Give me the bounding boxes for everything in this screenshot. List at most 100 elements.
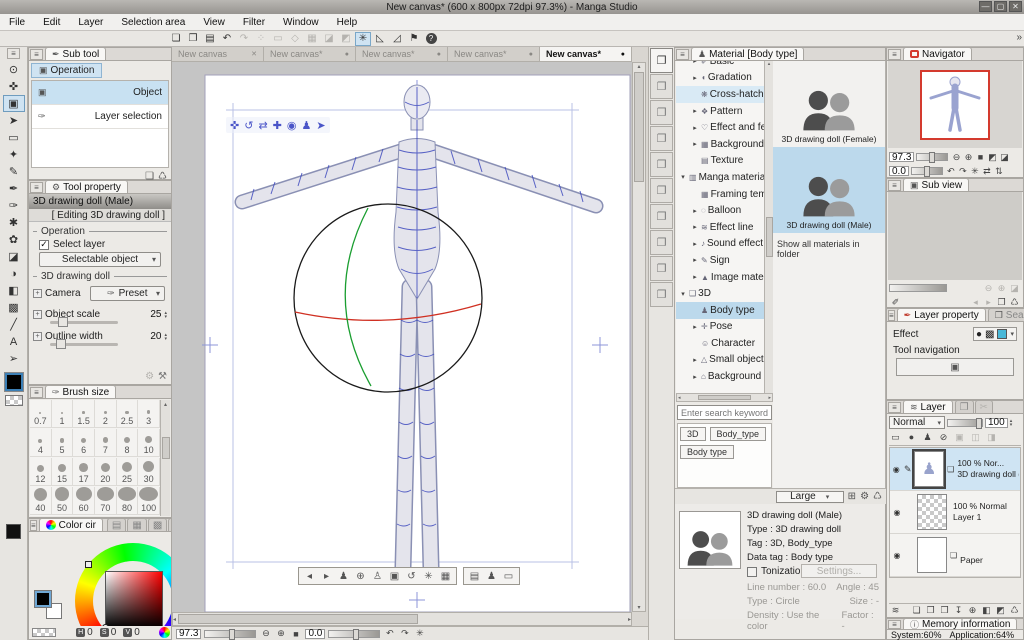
brush-size-scrollbar[interactable]: ▴	[160, 400, 170, 516]
canvas-viewport[interactable]: ✜ ↺ ⇄ ✚ ◉ ♟ ➤ ◂ ▸ ♟ ⊕ ♙ ▣ ↺ ✳ ▦ ▤ ♟ ▭	[172, 62, 632, 612]
material-tree-item[interactable]: ▸ ▲ Image material	[676, 269, 772, 286]
color-wheel-mode-icon[interactable]	[159, 627, 170, 638]
menu-item[interactable]: Layer	[69, 17, 112, 28]
palette-menu-button[interactable]: ≡	[888, 310, 895, 321]
3d-manip-icon[interactable]: ⇄	[258, 119, 267, 132]
brush-size-cell[interactable]: 25	[116, 458, 139, 486]
tree-arrow-icon[interactable]: ▸	[691, 256, 699, 264]
close-button[interactable]: ✕	[1009, 1, 1022, 12]
material-tag[interactable]: Body_type	[709, 427, 767, 441]
launcher-icon[interactable]: ▭	[501, 571, 516, 582]
menu-item[interactable]: File	[0, 17, 34, 28]
navigator-rotate-icon[interactable]: ✳	[969, 165, 981, 177]
color-circle-tab[interactable]: Color cir	[38, 519, 103, 531]
layer-footer-icon[interactable]: ❏	[910, 604, 923, 616]
launcher-icon[interactable]: ▤	[467, 571, 482, 582]
zoom-slider[interactable]	[204, 628, 257, 640]
subview-zoom-icon[interactable]: ⊖	[982, 282, 995, 294]
palette-menu-button[interactable]: ≡	[30, 387, 43, 398]
tree-arrow-icon[interactable]: ▸	[691, 273, 699, 281]
tree-arrow-icon[interactable]: ▸	[691, 74, 699, 82]
navigator-rotate-icon[interactable]: ⇄	[981, 165, 993, 177]
material-folder-button[interactable]: ❐	[650, 74, 673, 99]
canvas-tab-mark[interactable]: ●	[437, 51, 441, 58]
subview-eyedropper-icon[interactable]: ✐	[889, 296, 902, 308]
canvas-horizontal-scrollbar[interactable]: ◂ ▸	[172, 612, 632, 626]
monochrome-swatch[interactable]	[6, 524, 21, 539]
brush-size-cell[interactable]: 8	[116, 429, 139, 457]
subview-nav-icon[interactable]: ❐	[995, 296, 1008, 308]
3d-manip-icon[interactable]: ◉	[287, 119, 297, 132]
tool-button[interactable]: ➢	[3, 350, 25, 367]
effect-icon[interactable]: ●	[976, 329, 982, 340]
brush-size-cell[interactable]: 1.5	[73, 400, 95, 428]
subtool-group-operation[interactable]: ▣ Operation	[31, 63, 103, 78]
effect-icon[interactable]: ▩	[985, 329, 994, 340]
transfer-to-layer-icon[interactable]: ≋	[889, 604, 902, 616]
brush-size-cell[interactable]: 12	[30, 458, 52, 486]
layer-footer-icon[interactable]: ❐	[924, 604, 937, 616]
material-tree-scrollbar[interactable]: ▴	[764, 61, 773, 393]
object-scale-spinner[interactable]: ▴ ▾	[164, 310, 167, 319]
tool-button[interactable]: ✑	[3, 197, 25, 214]
expand-outline-width-icon[interactable]: +	[33, 332, 42, 341]
memory-info-tab[interactable]: ⓘ Memory information	[903, 618, 1018, 630]
material-tag[interactable]: 3D	[680, 427, 706, 441]
material-tree-item[interactable]: ▸ ◖ Gradation	[676, 70, 772, 87]
material-tree-item[interactable]: ▸ ⌂ Background	[676, 368, 772, 385]
tree-arrow-icon[interactable]: ▸	[691, 107, 699, 115]
tree-arrow-icon[interactable]: ▸	[691, 240, 699, 248]
brush-size-cell[interactable]: 50	[51, 487, 74, 515]
material-folder-button[interactable]: ❐	[650, 100, 673, 125]
material-tree-item[interactable]: ♟ Body type	[676, 301, 772, 319]
tree-arrow-icon[interactable]: ▸	[691, 223, 699, 231]
material-search-input[interactable]	[677, 405, 772, 420]
tool-navigation-button[interactable]: ▣	[896, 358, 1014, 376]
palette-menu-button[interactable]: ≡	[676, 49, 689, 60]
navigator-rotate-icon[interactable]: ⇅	[993, 165, 1005, 177]
launcher-icon[interactable]: ▸	[319, 571, 334, 582]
brush-size-cell[interactable]: 10	[138, 429, 160, 457]
layer-color-effect-icon[interactable]	[997, 329, 1008, 339]
subview-tab[interactable]: ▣ Sub view	[903, 178, 970, 191]
tree-arrow-icon[interactable]: ▸	[691, 140, 699, 148]
material-folder-button[interactable]: ❐	[650, 126, 673, 151]
material-tag[interactable]: Body type	[680, 445, 735, 459]
outline-width-spinner[interactable]: ▴ ▾	[164, 332, 167, 341]
material-tree-item[interactable]: ▸ ♡ Effect and fellin	[676, 119, 772, 136]
launcher-icon[interactable]: ✳	[421, 571, 436, 582]
object-scale-value[interactable]: 25	[150, 309, 161, 320]
search-layer-tab[interactable]: ❐Search layer	[987, 308, 1024, 321]
thumbnail-size-dropdown[interactable]: Large ▾	[775, 490, 844, 503]
material-tree-item[interactable]: ▸ ❖ Pattern	[676, 103, 772, 120]
scroll-right-icon[interactable]: ▸	[628, 616, 631, 623]
launcher-icon[interactable]: ♙	[370, 571, 385, 582]
3d-manip-icon[interactable]: ♟	[301, 119, 311, 132]
zoom-value[interactable]: 97.3	[176, 628, 202, 639]
select-layer-checkbox[interactable]: ✓	[39, 239, 49, 250]
minimize-button[interactable]: —	[979, 1, 992, 12]
scrollbar-thumb[interactable]	[161, 437, 170, 459]
subtool-item[interactable]: ▣ Object	[32, 81, 168, 105]
tool-button[interactable]: ▭	[3, 129, 25, 146]
layer-thumbnail[interactable]	[917, 537, 947, 573]
brush-size-cell[interactable]: 60	[73, 487, 95, 515]
brush-size-cell[interactable]: 6	[73, 429, 95, 457]
toolbar-icon[interactable]: ❏	[168, 32, 184, 46]
tree-arrow-icon[interactable]: ▸	[691, 373, 699, 381]
layer-header-icon[interactable]: ⊘	[937, 431, 950, 443]
scroll-down-icon[interactable]: ▾	[637, 604, 640, 611]
3d-manip-icon[interactable]: ↺	[244, 119, 253, 132]
tool-button[interactable]: ✒	[3, 180, 25, 197]
layer-row[interactable]: ◉ ✎ ♟ ❑ 100 % Nor...3D drawing doll (M	[890, 448, 1020, 491]
navigator-zoom-value[interactable]: 97.3	[889, 152, 915, 163]
toolbar-icon[interactable]: ◿	[389, 32, 405, 46]
toolbar-overflow-icon[interactable]: »	[1016, 32, 1022, 43]
status-rotate-icon[interactable]: ✳	[413, 628, 426, 640]
tool-button[interactable]: ✱	[3, 214, 25, 231]
toolbar-icon[interactable]: ✳	[355, 31, 371, 46]
navigator-preview[interactable]	[888, 61, 1022, 148]
brush-size-cell[interactable]: 3	[138, 400, 160, 428]
brush-size-cell[interactable]: 100	[138, 487, 160, 515]
material-folder-button[interactable]: ❐	[650, 178, 673, 203]
